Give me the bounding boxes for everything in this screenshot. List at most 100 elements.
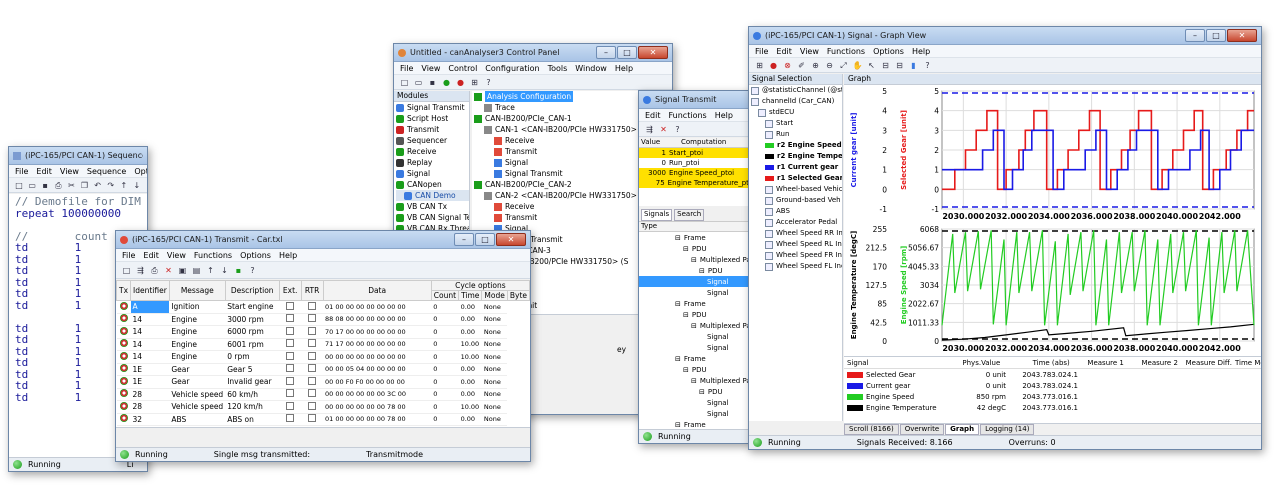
help-icon[interactable]: ? [483, 77, 494, 88]
signal-node[interactable]: r1 Current gear [749, 162, 842, 173]
column-header[interactable]: Byte [506, 290, 530, 301]
signal-node[interactable]: ABS [749, 206, 842, 217]
collapse-icon[interactable]: ⊟ [683, 310, 689, 320]
tree-node[interactable]: Signal [639, 408, 749, 419]
tree-node[interactable]: ⊟ Multiplexed Part (Sta [639, 254, 749, 265]
up-icon[interactable]: ↑ [119, 180, 129, 191]
fit-icon[interactable]: ⤢ [838, 60, 849, 71]
transmit-icon[interactable] [119, 414, 128, 423]
table-row[interactable]: 28 Vehicle speed 60 km/h 00 00 00 00 00 00 … [116, 388, 530, 401]
value-cell[interactable]: 0 [639, 159, 669, 167]
signal-node[interactable]: Start [749, 118, 842, 129]
menu-window[interactable]: Window [575, 64, 607, 73]
module-item[interactable]: Signal [396, 168, 469, 179]
open-icon[interactable]: ▭ [413, 77, 424, 88]
menu-edit[interactable]: Edit [36, 167, 52, 176]
signal-node[interactable]: r1 Selected Gear [749, 173, 842, 184]
tree-node[interactable]: ⊟ Frame [639, 298, 749, 309]
table-row[interactable]: A Ignition Start engine 01 00 00 00 00 00 0… [116, 300, 530, 314]
signal-node[interactable]: r2 Engine Temper [749, 151, 842, 162]
down-icon[interactable]: ↓ [219, 265, 230, 276]
collapse-icon[interactable]: ⊟ [699, 387, 705, 397]
maximize-button[interactable]: □ [475, 233, 495, 246]
undo-icon[interactable]: ↶ [93, 180, 103, 191]
table-row[interactable]: 28 Vehicle speed 120 km/h 00 00 00 00 00 00… [116, 400, 530, 414]
menu-functions[interactable]: Functions [669, 111, 707, 120]
pan-icon[interactable]: ✋ [852, 60, 863, 71]
tree-node[interactable]: ⊟ PDU [639, 309, 749, 320]
tree-node[interactable]: Signal [639, 331, 749, 342]
transmit-icon[interactable] [119, 364, 128, 373]
value-row[interactable]: 0 Run_ptoi [639, 158, 749, 168]
menu-view[interactable]: View [60, 167, 79, 176]
chart-icon[interactable]: ▮ [908, 60, 919, 71]
legend-column-header[interactable]: Phys.Value [940, 359, 1000, 367]
collapse-icon[interactable]: ⊟ [683, 244, 689, 254]
minimize-button[interactable]: – [1185, 29, 1205, 42]
transmit-icon[interactable] [119, 401, 128, 410]
table-row[interactable]: 14 Engine 6000 rpm 70 17 00 00 00 00 00 00 0… [116, 325, 530, 339]
menu-tools[interactable]: Tools [548, 64, 568, 73]
save-icon[interactable]: ▪ [40, 180, 50, 191]
transmit-icon[interactable] [119, 389, 128, 398]
table-row[interactable]: 14 Engine 0 rpm 00 00 00 00 00 00 00 00 0 10.… [116, 350, 530, 364]
collapse-icon[interactable]: ⊟ [691, 376, 697, 386]
module-item[interactable]: Replay [396, 157, 469, 168]
table-row[interactable]: 14 Engine 3000 rpm 88 08 00 00 00 00 00 00 0… [116, 313, 530, 326]
help-icon[interactable]: ? [922, 60, 933, 71]
tree-node[interactable]: ⊟ PDU [639, 364, 749, 375]
menu-edit[interactable]: Edit [645, 111, 661, 120]
tx-cell[interactable] [116, 350, 131, 364]
legend-row[interactable]: Engine Temperature 42 degC 2043.773.016.1 [844, 402, 1261, 413]
rtr-checkbox[interactable] [308, 401, 317, 410]
module-item[interactable]: Sequencer [396, 135, 469, 146]
signal-node[interactable]: channelId (Car_CAN) [749, 96, 842, 107]
byte-icon[interactable]: ▤ [191, 265, 202, 276]
menu-file[interactable]: File [400, 64, 413, 73]
collapse-icon[interactable]: ⊟ [675, 233, 681, 243]
value-cell[interactable]: 3000 [639, 169, 669, 177]
module-item[interactable]: VB CAN Signal Tes [396, 212, 469, 223]
ext-checkbox[interactable] [286, 314, 295, 323]
tab-search[interactable]: Search [674, 209, 705, 221]
sigtx-titlebar[interactable]: Signal Transmit [639, 91, 749, 109]
module-item[interactable]: CAN Demo [396, 190, 469, 201]
ext-checkbox[interactable] [286, 414, 295, 423]
copy-icon[interactable]: ❐ [79, 180, 89, 191]
ext-checkbox[interactable] [286, 326, 295, 335]
close-button[interactable]: ✕ [1227, 29, 1257, 42]
signal-node[interactable]: Ground-based Veh [749, 195, 842, 206]
column-header[interactable]: Message [168, 280, 226, 301]
legend-row[interactable]: Engine Speed 850 rpm 2043.773.016.1 [844, 391, 1261, 402]
legend-column-header[interactable]: Signal [844, 359, 940, 367]
transmit-icon[interactable] [119, 301, 128, 310]
signal-node[interactable]: stdECU [749, 107, 842, 118]
collapse-icon[interactable]: ⊟ [675, 299, 681, 309]
signal-node[interactable]: Wheel Speed FL Inc [749, 261, 842, 272]
minimize-button[interactable]: – [454, 233, 474, 246]
menu-options[interactable]: Options [873, 47, 904, 56]
tree-node[interactable]: ⊟ PDU [639, 386, 749, 397]
tx-cell[interactable] [116, 413, 131, 426]
menu-view[interactable]: View [800, 47, 819, 56]
tab-signals[interactable]: Signals [641, 209, 673, 221]
column-header[interactable]: Mode [481, 290, 508, 301]
table-row[interactable]: 32 ABS ABS on 01 00 00 00 00 00 78 00 0 0.00 N… [116, 413, 530, 426]
ext-checkbox[interactable] [286, 351, 295, 360]
tx-cell[interactable] [116, 363, 131, 376]
value-row[interactable]: 75 Engine Temperature_pto [639, 178, 749, 188]
record-icon[interactable]: ● [768, 60, 779, 71]
open-icon[interactable]: ▭ [27, 180, 37, 191]
rtr-checkbox[interactable] [308, 376, 317, 385]
bottom-tab[interactable]: Overwrite [899, 424, 945, 435]
module-item[interactable]: Transmit [396, 124, 469, 135]
up-icon[interactable]: ↑ [205, 265, 216, 276]
value-row[interactable]: 3000 Engine Speed_ptoi [639, 168, 749, 178]
legend-row[interactable]: Selected Gear 0 unit 2043.783.024.1 [844, 369, 1261, 380]
collapse-icon[interactable]: ⊟ [675, 354, 681, 364]
split-v-icon[interactable]: ⊟ [894, 60, 905, 71]
sequencer-titlebar[interactable]: (iPC-165/PCI CAN-1) Sequencer [Car.prf] [9, 147, 147, 165]
menu-view[interactable]: View [421, 64, 440, 73]
module-item[interactable]: Script Host [396, 113, 469, 124]
bottom-tab[interactable]: Logging (14) [980, 424, 1035, 435]
